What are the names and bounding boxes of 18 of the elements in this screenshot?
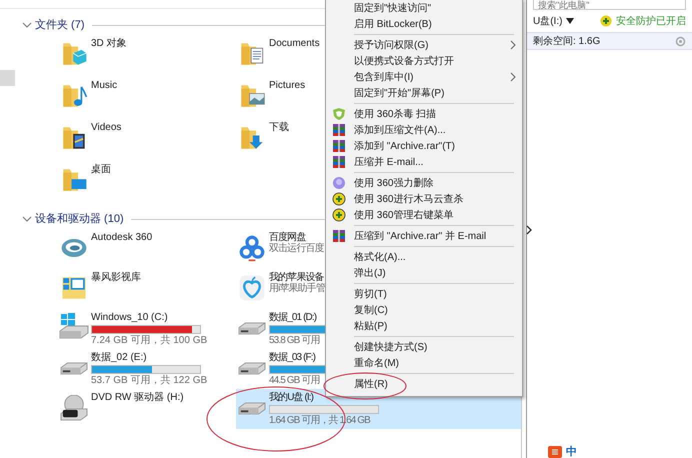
item-label: 百度网盘 xyxy=(269,232,306,243)
item-label: 我的U盘 (I:) xyxy=(269,392,314,403)
item-description: 用i苹果助手管 xyxy=(269,283,325,294)
protection-status: 安全防护已开启 xyxy=(616,14,686,28)
item-label: 数据_02 (E:) xyxy=(91,352,147,363)
free-space-text: 44.5 GB 可用 xyxy=(269,375,320,386)
item-label: 暴风影视库 xyxy=(91,272,141,283)
item-label: Autodesk 360 xyxy=(91,232,152,243)
item-label: 数据_03 (F:) xyxy=(269,352,316,363)
item-label: 数据_01 (D:) xyxy=(269,312,316,323)
free-space-label: 剩余空间: 1.6G xyxy=(533,34,600,48)
free-space-text: 53.7 GB 可用，共 122 GB xyxy=(91,375,208,386)
item-label: DVD RW 驱动器 (H:) xyxy=(91,392,184,403)
item-description: 双击运行百度 xyxy=(269,243,324,254)
free-space-text: 53.8 GB 可用 xyxy=(269,335,320,346)
item-label: 我的苹果设备 xyxy=(269,272,324,283)
free-space-text: 7.24 GB 可用，共 100 GB xyxy=(91,335,208,346)
item-label: Windows_10 (C:) xyxy=(91,312,168,323)
